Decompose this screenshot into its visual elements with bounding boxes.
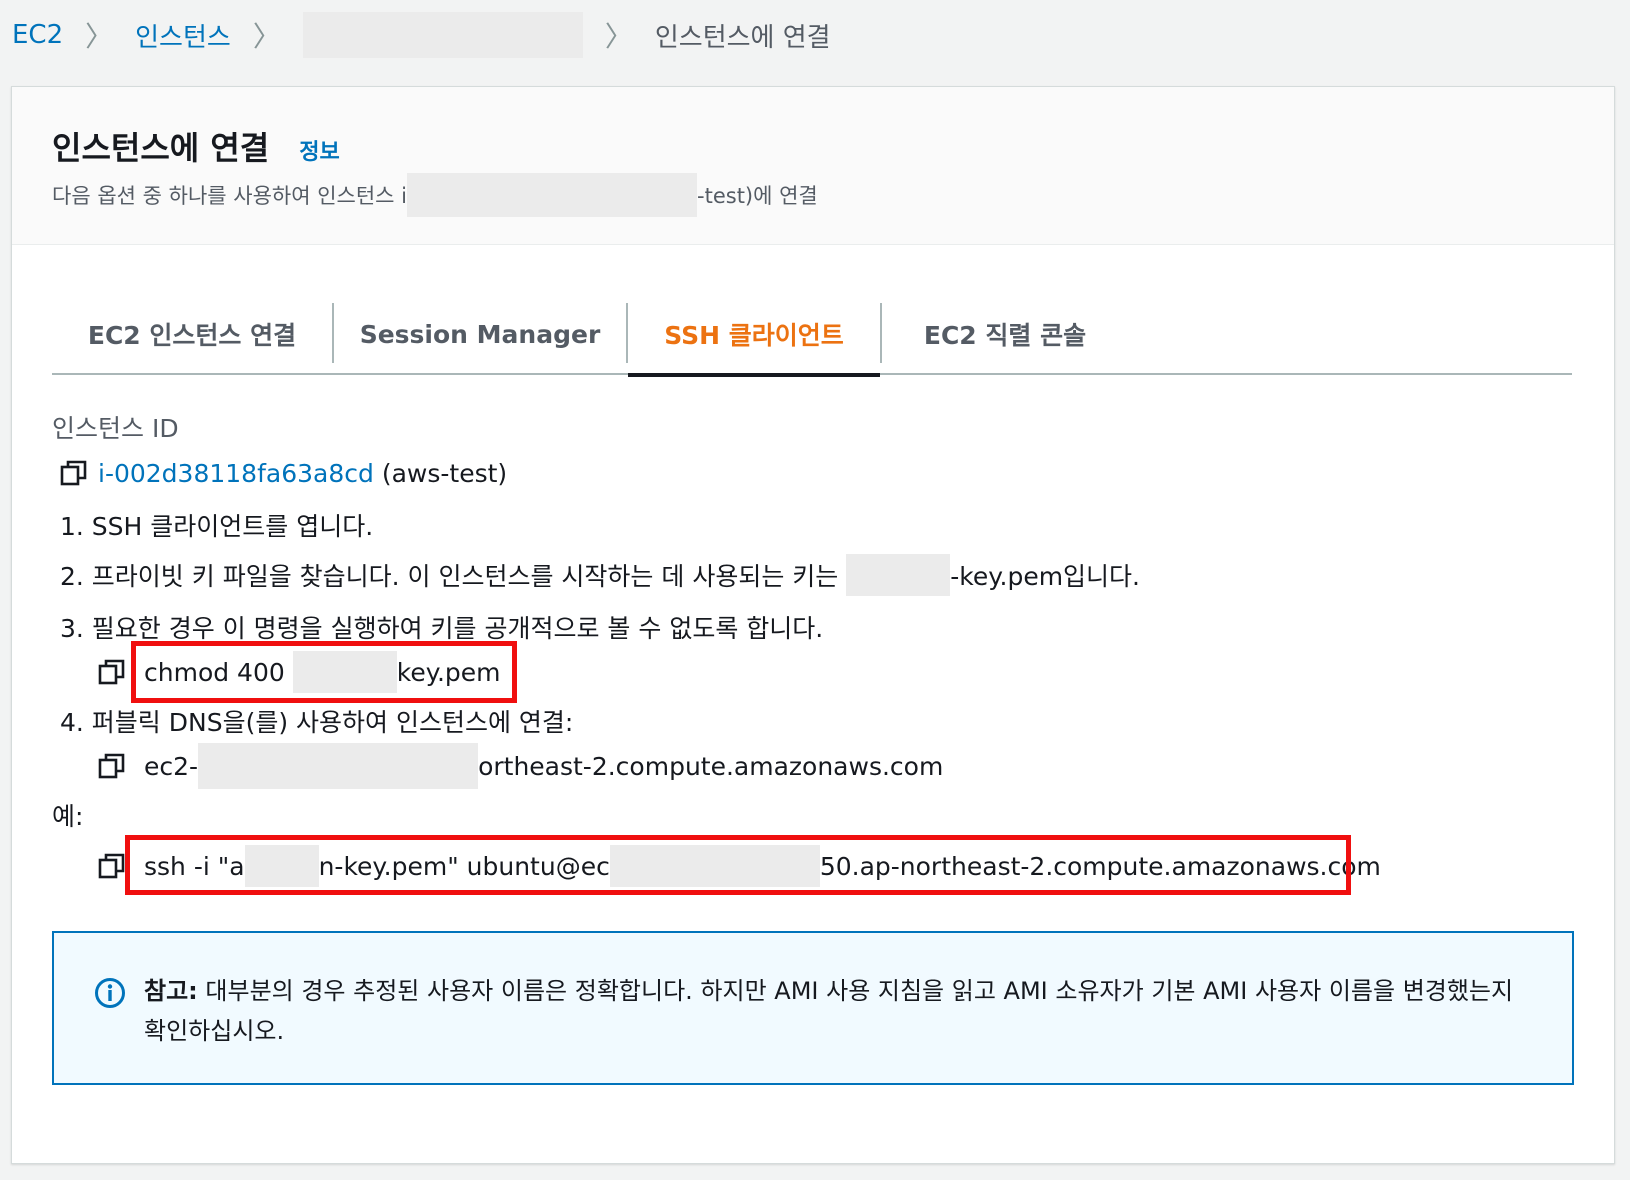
chevron-right-icon: 〉 bbox=[604, 20, 633, 53]
step-4: 4. 퍼블릭 DNS을(를) 사용하여 인스턴스에 연결: bbox=[60, 699, 573, 743]
step-2: 2. 프라이빗 키 파일을 찾습니다. 이 인스턴스를 시작하는 데 사용되는 … bbox=[60, 553, 1140, 597]
info-alert: 참고: 대부분의 경우 추정된 사용자 이름은 정확합니다. 하지만 AMI 사… bbox=[52, 931, 1574, 1085]
copy-icon[interactable] bbox=[60, 459, 88, 487]
info-alert-text: 참고: 대부분의 경우 추정된 사용자 이름은 정확합니다. 하지만 AMI 사… bbox=[144, 971, 1524, 1051]
subtitle-prefix: 다음 옵션 중 하나를 사용하여 인스턴스 i bbox=[52, 184, 408, 208]
step-1-text: 1. SSH 클라이언트를 엽니다. bbox=[60, 512, 374, 541]
info-link[interactable]: 정보 bbox=[299, 134, 339, 166]
breadcrumb-current: 인스턴스에 연결 bbox=[654, 22, 831, 53]
public-dns-suffix: ortheast-2.compute.amazonaws.com bbox=[478, 751, 944, 781]
copy-icon[interactable] bbox=[98, 752, 126, 780]
tab-label: Session Manager bbox=[359, 319, 601, 349]
step-4-text: 4. 퍼블릭 DNS을(를) 사용하여 인스턴스에 연결: bbox=[60, 708, 574, 737]
step-3-text: 3. 필요한 경우 이 명령을 실행하여 키를 공개적으로 볼 수 없도록 합니… bbox=[60, 614, 824, 643]
instance-id-label-text: 인스턴스 ID bbox=[52, 414, 179, 443]
public-dns-row: ec2- ortheast-2.compute.amazonaws.com bbox=[98, 743, 943, 789]
subtitle-redacted bbox=[407, 173, 698, 217]
tab-ec2-serial-console[interactable]: EC2 직렬 콘솔 bbox=[882, 293, 1128, 375]
tab-ssh-client[interactable]: SSH 클라이언트 bbox=[628, 293, 880, 377]
instance-id-label: 인스턴스 ID bbox=[52, 407, 179, 447]
tab-label: EC2 인스턴스 연결 bbox=[87, 321, 297, 350]
chmod-highlight-box bbox=[131, 641, 517, 703]
page-subtitle: 다음 옵션 중 하나를 사용하여 인스턴스 i -test)에 연결 bbox=[52, 173, 818, 217]
breadcrumb-link-instances[interactable]: 인스턴스 bbox=[135, 17, 231, 54]
redacted-dns bbox=[198, 743, 479, 789]
copy-icon[interactable] bbox=[98, 658, 126, 686]
public-dns-prefix: ec2- bbox=[144, 751, 199, 781]
step-2-text: 2. 프라이빗 키 파일을 찾습니다. 이 인스턴스를 시작하는 데 사용되는 … bbox=[60, 562, 839, 591]
chevron-right-icon: 〉 bbox=[252, 20, 281, 53]
instance-name: (aws-test) bbox=[381, 458, 508, 488]
tab-ec2-instance-connect[interactable]: EC2 인스턴스 연결 bbox=[52, 293, 332, 375]
redacted-key-name bbox=[846, 554, 951, 596]
instance-id-row: i-002d38118fa63a8cd (aws-test) bbox=[60, 451, 507, 495]
breadcrumb-redacted-instance[interactable] bbox=[302, 12, 583, 58]
page-title: 인스턴스에 연결 bbox=[52, 129, 270, 167]
tab-label: EC2 직렬 콘솔 bbox=[923, 321, 1087, 350]
info-icon bbox=[95, 978, 125, 1008]
panel-header: 인스턴스에 연결 정보 다음 옵션 중 하나를 사용하여 인스턴스 i -tes… bbox=[12, 87, 1614, 245]
info-alert-label: 참고: bbox=[144, 977, 198, 1005]
subtitle-suffix: -test)에 연결 bbox=[697, 184, 818, 208]
breadcrumb-link-ec2[interactable]: EC2 bbox=[12, 20, 63, 50]
tab-label: SSH 클라이언트 bbox=[664, 321, 844, 350]
instance-id-link[interactable]: i-002d38118fa63a8cd bbox=[98, 459, 374, 488]
example-label: 예: bbox=[52, 793, 83, 837]
tab-session-manager[interactable]: Session Manager bbox=[334, 293, 626, 375]
step-2-suffix: -key.pem입니다. bbox=[950, 562, 1140, 591]
connect-method-tabs: EC2 인스턴스 연결 Session Manager SSH 클라이언트 EC… bbox=[52, 293, 1572, 377]
connect-panel: 인스턴스에 연결 정보 다음 옵션 중 하나를 사용하여 인스턴스 i -tes… bbox=[11, 86, 1615, 1164]
info-alert-body: 대부분의 경우 추정된 사용자 이름은 정확합니다. 하지만 AMI 사용 지침… bbox=[144, 977, 1514, 1045]
breadcrumb: EC2 〉 인스턴스 〉 〉 인스턴스에 연결 bbox=[12, 10, 831, 60]
example-label-text: 예: bbox=[52, 802, 84, 831]
ssh-highlight-box bbox=[125, 835, 1351, 895]
step-1: 1. SSH 클라이언트를 엽니다. bbox=[60, 503, 373, 547]
chevron-right-icon: 〉 bbox=[85, 20, 114, 53]
copy-icon[interactable] bbox=[98, 852, 126, 880]
